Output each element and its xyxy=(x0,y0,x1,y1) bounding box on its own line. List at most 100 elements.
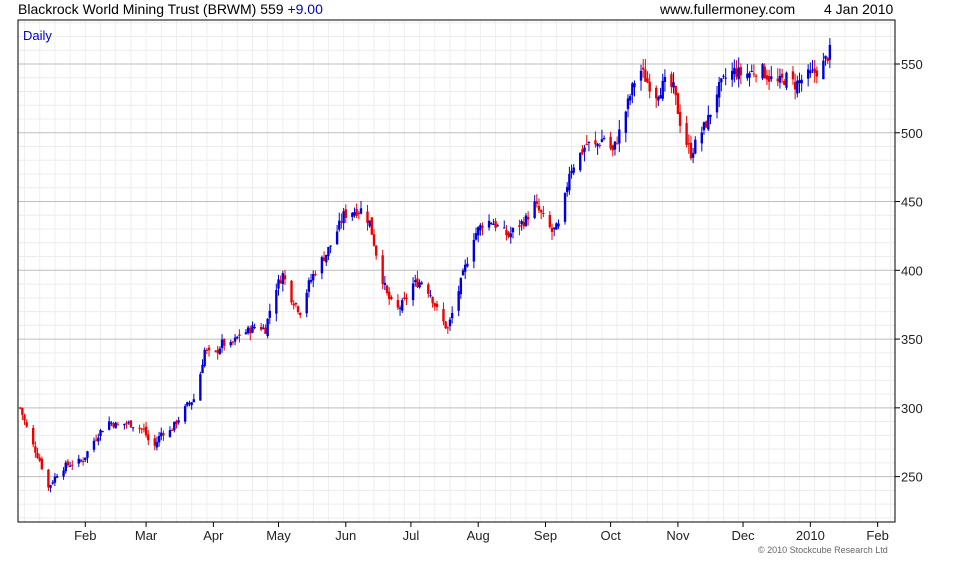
candle-body-down xyxy=(435,303,439,308)
candle-body-down xyxy=(674,85,677,96)
candle-body-down xyxy=(670,74,673,87)
candle-body-down xyxy=(676,93,680,115)
candle-body-down xyxy=(290,280,293,303)
candle-body-up xyxy=(600,139,604,143)
candle-body-up xyxy=(778,75,782,83)
y-tick-label: 350 xyxy=(901,332,923,347)
candle-body-up xyxy=(463,264,467,272)
candle-body-up xyxy=(186,402,189,406)
candle-body-up xyxy=(661,80,664,99)
candle-body-down xyxy=(175,421,178,425)
candle-body-up xyxy=(555,223,558,230)
candle-body-down xyxy=(21,407,24,415)
candlestick-chart-svg: 250 300 350 400 450 500 550 Feb Mar Apr May Jun Jul A… xyxy=(17,19,923,543)
candle-body-up xyxy=(190,402,193,406)
candle-body-up xyxy=(811,69,814,71)
candle-body-down xyxy=(793,81,797,90)
candle-body-down xyxy=(494,221,497,228)
candle-body-up xyxy=(474,233,478,240)
candle-body-up xyxy=(351,212,354,218)
candle-body-down xyxy=(216,349,219,354)
candle-body-up xyxy=(155,441,159,448)
candle-body-down xyxy=(23,415,26,421)
candle-body-down xyxy=(598,144,601,146)
candle-body-up xyxy=(429,295,432,297)
candle-body-up xyxy=(199,374,202,401)
candle-body-down xyxy=(355,208,358,216)
candle-body-up xyxy=(770,76,773,80)
candle-body-up xyxy=(327,247,330,256)
candle-body-up xyxy=(628,96,632,101)
candle-body-up xyxy=(796,80,799,94)
candle-body-up xyxy=(672,82,675,88)
candle-body-up xyxy=(305,292,308,314)
candle-body-up xyxy=(566,187,569,193)
candle-body-up xyxy=(583,147,586,152)
candle-body-up xyxy=(107,421,111,430)
candle-body-up xyxy=(487,220,491,228)
candle-body-up xyxy=(572,167,575,173)
candle-body-up xyxy=(702,122,706,131)
candle-body-down xyxy=(372,234,376,246)
candle-body-down xyxy=(518,225,521,227)
candle-body-down xyxy=(153,438,156,446)
candle-body-up xyxy=(511,227,515,233)
candle-body-up xyxy=(461,270,465,276)
candle-body-down xyxy=(535,201,539,204)
candle-body-up xyxy=(312,273,315,281)
candle-body-down xyxy=(826,58,829,62)
candle-body-down xyxy=(390,296,393,299)
candle-body-up xyxy=(563,193,567,222)
candle-body-down xyxy=(735,68,738,77)
candle-body-down xyxy=(314,274,317,276)
candle-body-down xyxy=(366,211,369,224)
candle-body-down xyxy=(292,303,295,306)
candle-body-down xyxy=(548,215,552,228)
candle-body-up xyxy=(809,70,812,74)
candle-body-up xyxy=(798,80,801,84)
candle-body-down xyxy=(594,140,597,145)
candle-body-up xyxy=(750,70,753,72)
candle-body-up xyxy=(127,422,130,424)
candle-body-up xyxy=(401,300,404,311)
y-tick-label: 550 xyxy=(901,57,923,72)
candle-body-down xyxy=(162,433,165,436)
candle-body-up xyxy=(368,220,371,227)
candle-body-down xyxy=(526,216,530,220)
plot-frame xyxy=(17,19,896,523)
candle-body-up xyxy=(266,318,269,337)
candle-body-down xyxy=(776,78,779,82)
candle-body-up xyxy=(218,348,222,354)
x-tick-label: Dec xyxy=(731,528,755,543)
candle-body-up xyxy=(244,332,248,335)
candle-body-down xyxy=(648,81,651,92)
candle-body-up xyxy=(761,64,764,79)
candle-body-down xyxy=(581,149,584,154)
candle-body-up xyxy=(79,460,83,462)
candle-body-up xyxy=(101,431,104,433)
candle-body-up xyxy=(114,422,117,429)
candle-body-down xyxy=(754,75,758,77)
candle-body-up xyxy=(748,73,751,78)
candle-body-up xyxy=(398,307,402,309)
candle-body-up xyxy=(659,95,662,99)
candle-body-up xyxy=(325,254,328,263)
candle-body-up xyxy=(466,263,469,267)
candle-body-down xyxy=(31,427,35,445)
candle-body-down xyxy=(431,297,434,304)
candle-body-down xyxy=(18,407,22,409)
candle-body-up xyxy=(730,70,734,80)
candle-body-down xyxy=(689,142,693,159)
candle-body-up xyxy=(307,280,311,292)
candle-body-down xyxy=(125,422,128,424)
candle-body-up xyxy=(828,44,832,60)
candle-body-down xyxy=(231,341,235,343)
candle-body-up xyxy=(596,143,599,147)
candle-body-down xyxy=(609,136,612,149)
candle-body-down xyxy=(279,280,282,284)
candle-body-down xyxy=(299,312,302,316)
candle-body-down xyxy=(34,446,37,453)
candle-body-up xyxy=(160,432,163,437)
candle-body-down xyxy=(704,121,708,128)
y-tick-label: 300 xyxy=(901,401,923,416)
